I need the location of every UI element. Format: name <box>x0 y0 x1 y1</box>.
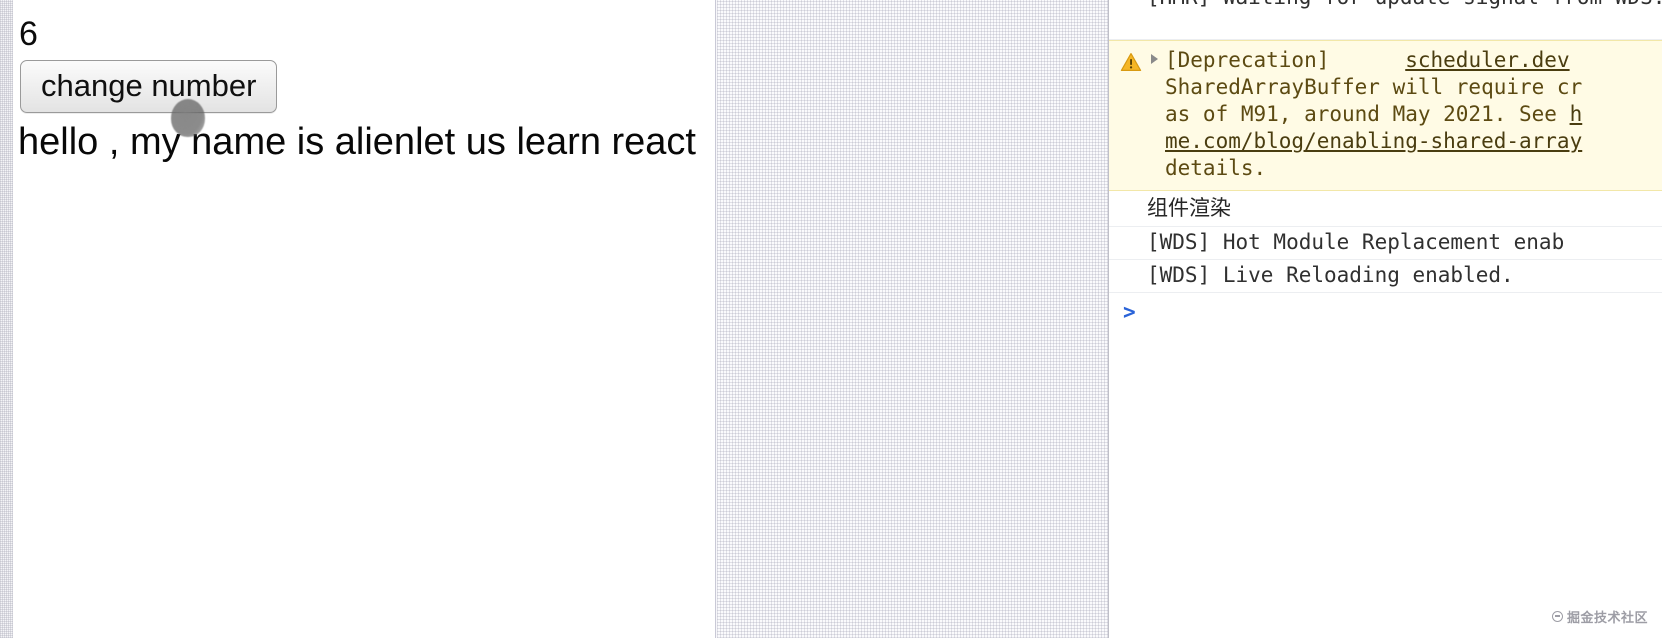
browser-background-filler <box>717 0 1108 638</box>
left-scroll-gutter[interactable] <box>0 0 13 638</box>
console-row-warning[interactable]: [Deprecation] scheduler.dev SharedArrayB… <box>1109 40 1662 191</box>
screenshot-root: 6 change number hello , my name is alien… <box>0 0 1662 638</box>
warning-link-url-continuation[interactable]: me.com/blog/enabling-shared-array <box>1165 129 1582 153</box>
console-row-component-render-text: 组件渲染 <box>1147 196 1231 220</box>
console-prompt-input[interactable] <box>1147 301 1662 323</box>
warning-link-url-start[interactable]: h <box>1570 102 1583 126</box>
devtools-console-panel: [HMR] Waiting for update signal from WDS… <box>1108 0 1662 638</box>
watermark: 掘金技术社区 <box>1551 607 1648 626</box>
watermark-text: 掘金技术社区 <box>1566 611 1648 626</box>
warning-body-line-2: SharedArrayBuffer will require cr <box>1165 75 1583 99</box>
console-row-wds-hmr[interactable]: [WDS] Hot Module Replacement enab <box>1109 227 1662 260</box>
browser-viewport: 6 change number hello , my name is alien… <box>0 0 1108 638</box>
warning-message-body: [Deprecation] scheduler.dev SharedArrayB… <box>1109 47 1662 182</box>
counter-value: 6 <box>19 15 38 53</box>
warning-triangle-icon <box>1120 52 1142 72</box>
console-row-wds-live-text: [WDS] Live Reloading enabled. <box>1147 263 1514 287</box>
react-app-root: 6 change number hello , my name is alien… <box>18 14 708 165</box>
warning-spacer <box>1329 48 1405 72</box>
warning-prefix: [Deprecation] <box>1165 48 1330 72</box>
prompt-arrow-icon: > <box>1123 300 1136 324</box>
console-prompt-row[interactable]: > <box>1109 293 1662 333</box>
console-row-wds-hmr-text: [WDS] Hot Module Replacement enab <box>1147 230 1565 254</box>
console-row-hmr-text: [HMR] Waiting for update signal from WDS… <box>1109 0 1662 11</box>
warning-body-line-3: as of M91, around May 2021. See <box>1165 102 1570 126</box>
warning-link-scheduler[interactable]: scheduler.dev <box>1405 48 1569 72</box>
console-message-list: [HMR] Waiting for update signal from WDS… <box>1109 0 1662 333</box>
console-row-wds-live[interactable]: [WDS] Live Reloading enabled. <box>1109 260 1662 293</box>
rendered-page-canvas: 6 change number hello , my name is alien… <box>13 0 716 638</box>
console-row-hmr[interactable]: [HMR] Waiting for update signal from WDS… <box>1109 0 1662 40</box>
watermark-logo-icon <box>1551 611 1563 622</box>
change-number-button[interactable]: change number <box>20 60 278 113</box>
console-row-component-render[interactable]: 组件渲染 <box>1109 191 1662 227</box>
greeting-text: hello , my name is alienlet us learn rea… <box>18 121 696 163</box>
warning-body-line-5: details. <box>1165 156 1267 180</box>
disclosure-triangle-icon[interactable] <box>1151 54 1158 64</box>
